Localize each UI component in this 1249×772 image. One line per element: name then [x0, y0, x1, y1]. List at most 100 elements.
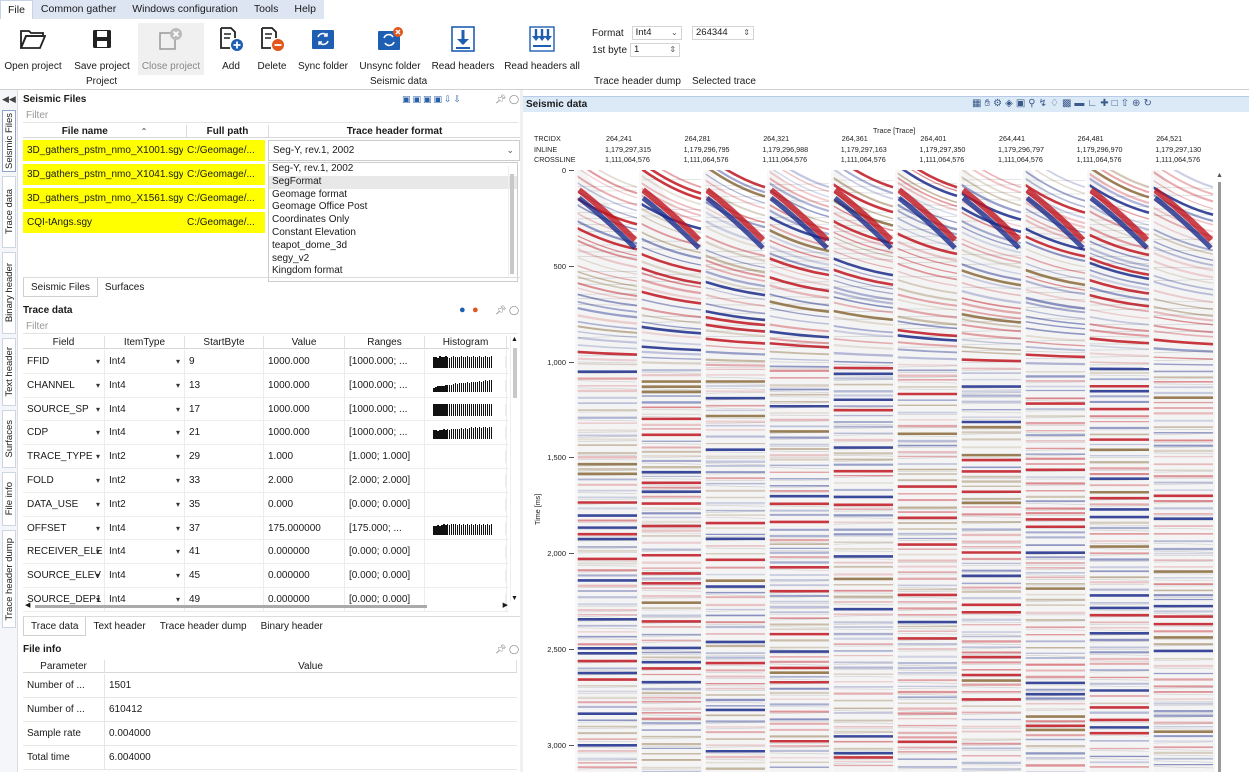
- gear-icon[interactable]: ⚙︎: [993, 98, 1005, 109]
- scroll-left-icon[interactable]: ◀: [25, 601, 30, 609]
- file-row[interactable]: CQI-tAngs.sgy C:/Geomage/...: [23, 212, 265, 234]
- pin-icon[interactable]: 📌︎: [495, 305, 506, 316]
- add-circle-icon[interactable]: ●: [459, 304, 466, 316]
- format-option[interactable]: teapot_dome_3d: [269, 240, 517, 253]
- trace-header-format-dropdown[interactable]: Seg-Y, rev.1, 2002 ⌄: [268, 140, 520, 161]
- cell-type[interactable]: Int4: [105, 373, 185, 397]
- cell-field[interactable]: CHANNEL: [23, 373, 105, 397]
- seismic-files-filter[interactable]: Filter: [23, 109, 518, 123]
- seismic-files-toolbar-icons[interactable]: ▣▣▣▣⇩⇩: [402, 94, 463, 105]
- file-row[interactable]: 3D_gathers_pstm_nmo_X1001.sgy C:/Geomage…: [23, 140, 265, 162]
- select-region-icon[interactable]: ▣: [1016, 98, 1028, 109]
- stack-icon[interactable]: ♢: [1050, 98, 1062, 109]
- unsync-folder-button[interactable]: Unsync folder: [358, 23, 422, 75]
- cell-field[interactable]: TRACE_TYPE: [23, 445, 105, 468]
- table-row[interactable]: Number of ... 610412: [23, 698, 517, 722]
- cell-field[interactable]: CDP: [23, 421, 105, 445]
- close-project-button[interactable]: Close project: [138, 23, 204, 75]
- cell-field[interactable]: SOURCE_SP: [23, 397, 105, 421]
- display-mode-icon[interactable]: ▩: [1062, 98, 1074, 109]
- cell-type[interactable]: Int4: [105, 564, 185, 587]
- format-option[interactable]: Geomage Office Post: [269, 201, 517, 214]
- format-option[interactable]: Seg-Y, rev.1, 2002: [269, 163, 517, 176]
- layers-icon[interactable]: ◈: [1005, 98, 1016, 109]
- format-select[interactable]: Int4 ⌄: [631, 26, 682, 40]
- col-histogram[interactable]: Histogram: [425, 336, 507, 348]
- scroll-down-icon[interactable]: ▼: [511, 595, 518, 602]
- trace-data-hscroll[interactable]: ◀ ▶: [23, 602, 510, 611]
- cell-type[interactable]: Int2: [105, 492, 185, 516]
- col-full-path[interactable]: Full path: [187, 125, 269, 137]
- scroll-up-icon[interactable]: ▲: [511, 336, 518, 343]
- trace-data-filter[interactable]: Filter: [23, 320, 518, 334]
- cell-type[interactable]: Int2: [105, 445, 185, 468]
- menu-tools[interactable]: Tools: [245, 0, 287, 19]
- side-tab-surfaces[interactable]: Surfaces: [2, 410, 16, 468]
- list-scrollbar[interactable]: [508, 166, 515, 278]
- col-parameter[interactable]: Parameter: [23, 660, 105, 672]
- sync-folder-button[interactable]: Sync folder: [296, 23, 350, 75]
- cell-field[interactable]: RECEIVER_ELE: [23, 540, 105, 564]
- side-tab-seismic-files[interactable]: Seismic Files: [2, 110, 16, 172]
- cell-field[interactable]: SOURCE_ELEV: [23, 564, 105, 587]
- collapse-arrows-icon[interactable]: ◀◀: [2, 94, 16, 105]
- pan-hand-icon[interactable]: ✋︎: [984, 98, 993, 109]
- menu-windows-configuration[interactable]: Windows configuration: [124, 0, 246, 19]
- tab-trace-data[interactable]: Trace data: [23, 617, 87, 636]
- table-row[interactable]: CHANNELInt4131000.000[1000.000; ...: [23, 373, 509, 398]
- cell-type[interactable]: Int4: [105, 540, 185, 564]
- col-value[interactable]: Value: [105, 660, 517, 672]
- open-project-button[interactable]: Open project: [3, 23, 63, 75]
- remove-circle-icon[interactable]: ●: [472, 304, 479, 316]
- scroll-thumb[interactable]: [513, 348, 517, 398]
- cell-field[interactable]: DATA_USE: [23, 492, 105, 516]
- side-tab-text-header[interactable]: Text header: [2, 338, 16, 406]
- col-field[interactable]: Field: [23, 336, 105, 348]
- table-row[interactable]: CDPInt4211000.000[1000.000; ...: [23, 421, 509, 446]
- side-tab-trace-header-dump[interactable]: Trace header dump: [2, 530, 16, 628]
- menu-file[interactable]: File: [0, 0, 33, 19]
- export-icon[interactable]: ⇧: [1121, 98, 1132, 109]
- read-headers-button[interactable]: Read headers: [431, 23, 495, 75]
- scroll-up-icon[interactable]: ▲: [1216, 172, 1223, 179]
- delete-button[interactable]: Delete: [254, 23, 290, 75]
- col-itemtype[interactable]: ItemType: [105, 336, 185, 348]
- cell-type[interactable]: Int4: [105, 516, 185, 540]
- save-project-button[interactable]: Save project: [72, 23, 132, 75]
- side-tab-file-info[interactable]: File info: [2, 472, 16, 526]
- table-row[interactable]: Number of ... 1501: [23, 674, 517, 698]
- history-icon[interactable]: ↻: [1143, 98, 1154, 109]
- table-row[interactable]: OFFSETInt437175.000000[175.000; ...: [23, 516, 509, 541]
- seismic-vscroll[interactable]: [1218, 182, 1221, 772]
- col-ranges[interactable]: Ranges: [345, 336, 425, 348]
- cell-field[interactable]: OFFSET: [23, 516, 105, 540]
- panel-splitter[interactable]: [520, 90, 523, 772]
- table-row[interactable]: TRACE_TYPEInt2291.000[1.000; 1.000]: [23, 445, 509, 469]
- table-row[interactable]: FFIDInt491000.000[1000.000; ...: [23, 350, 509, 374]
- scroll-thumb[interactable]: [35, 605, 427, 608]
- table-row[interactable]: SOURCE_ELEVInt4450.000000[0.000; 0.000]: [23, 564, 509, 588]
- tab-binary-header[interactable]: Binary header: [254, 617, 330, 636]
- side-tab-binary-header[interactable]: Binary header: [2, 252, 16, 334]
- tab-surfaces[interactable]: Surfaces: [98, 278, 151, 297]
- format-option[interactable]: SegFormat: [269, 175, 517, 189]
- selected-trace-spinbox[interactable]: 264344 ⇕: [692, 26, 754, 40]
- menu-common-gather[interactable]: Common gather: [32, 0, 125, 19]
- close-panel-icon[interactable]: ◯: [509, 644, 519, 655]
- menu-help[interactable]: Help: [286, 0, 324, 19]
- close-panel-icon[interactable]: ◯: [509, 305, 519, 316]
- file-row[interactable]: 3D_gathers_pstm_nmo_X1561.sgy C:/Geomage…: [23, 188, 265, 210]
- first-byte-spinbox[interactable]: 1 ⇕: [630, 43, 681, 57]
- file-row[interactable]: 3D_gathers_pstm_nmo_X1041.sgy C:/Geomage…: [23, 164, 265, 186]
- zoom-icon[interactable]: ⚲: [1028, 98, 1038, 109]
- format-option[interactable]: segy_v2: [269, 253, 517, 266]
- comment-icon[interactable]: □: [1112, 98, 1121, 109]
- table-row[interactable]: RECEIVER_ELEInt4410.000000[0.000; 0.000]: [23, 540, 509, 565]
- add-button[interactable]: Add: [214, 23, 248, 75]
- tab-trace-header-dump[interactable]: Trace header dump: [153, 617, 254, 636]
- cell-field[interactable]: FOLD: [23, 469, 105, 492]
- table-row[interactable]: Total time 6.004000: [23, 746, 517, 770]
- cell-type[interactable]: Int4: [105, 397, 185, 421]
- table-row[interactable]: SOURCE_SPInt4171000.000[1000.000; ...: [23, 397, 509, 422]
- scroll-right-icon[interactable]: ▶: [503, 601, 508, 609]
